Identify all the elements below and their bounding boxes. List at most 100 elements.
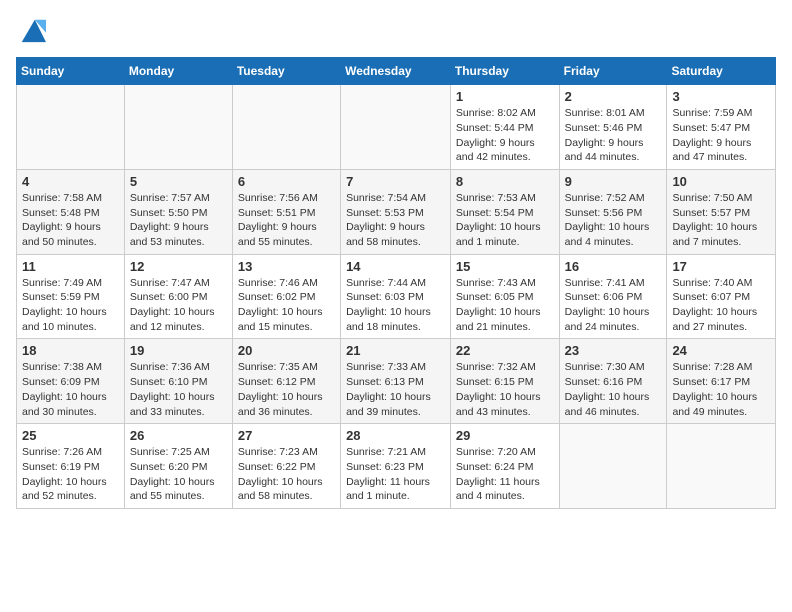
calendar-cell: 22 Sunrise: 7:32 AM Sunset: 6:15 PM Dayli… <box>450 339 559 424</box>
day-info: Sunrise: 7:54 AM Sunset: 5:53 PM Dayligh… <box>346 191 445 250</box>
day-number: 2 <box>565 89 662 104</box>
day-info: Sunrise: 7:33 AM Sunset: 6:13 PM Dayligh… <box>346 360 445 419</box>
weekday-header-thursday: Thursday <box>450 58 559 85</box>
day-info: Sunrise: 7:53 AM Sunset: 5:54 PM Dayligh… <box>456 191 554 250</box>
calendar-cell: 21 Sunrise: 7:33 AM Sunset: 6:13 PM Dayli… <box>341 339 451 424</box>
week-row-2: 4Sunrise: 7:58 AM Sunset: 5:48 PM Daylig… <box>17 169 776 254</box>
weekday-header-monday: Monday <box>124 58 232 85</box>
day-info: Sunrise: 7:36 AM Sunset: 6:10 PM Dayligh… <box>130 360 227 419</box>
day-info: Sunrise: 7:28 AM Sunset: 6:17 PM Dayligh… <box>672 360 770 419</box>
day-number: 7 <box>346 174 445 189</box>
calendar-cell: 15 Sunrise: 7:43 AM Sunset: 6:05 PM Dayli… <box>450 254 559 339</box>
calendar-cell: 13Sunrise: 7:46 AM Sunset: 6:02 PM Dayli… <box>232 254 340 339</box>
day-info: Sunrise: 7:21 AM Sunset: 6:23 PM Dayligh… <box>346 445 445 504</box>
day-number: 1 <box>456 89 554 104</box>
day-number: 5 <box>130 174 227 189</box>
day-info: Sunrise: 7:43 AM Sunset: 6:05 PM Dayligh… <box>456 276 554 335</box>
day-info: Sunrise: 7:52 AM Sunset: 5:56 PM Dayligh… <box>565 191 662 250</box>
calendar-cell: 23 Sunrise: 7:30 AM Sunset: 6:16 PM Dayli… <box>559 339 667 424</box>
calendar-cell: 14Sunrise: 7:44 AM Sunset: 6:03 PM Dayli… <box>341 254 451 339</box>
calendar-cell: 2 Sunrise: 8:01 AM Sunset: 5:46 PM Daylig… <box>559 85 667 170</box>
week-row-3: 11 Sunrise: 7:49 AM Sunset: 5:59 PM Dayli… <box>17 254 776 339</box>
day-number: 19 <box>130 343 227 358</box>
day-number: 13 <box>238 259 335 274</box>
day-info: Sunrise: 7:30 AM Sunset: 6:16 PM Dayligh… <box>565 360 662 419</box>
day-number: 21 <box>346 343 445 358</box>
calendar-cell: 11 Sunrise: 7:49 AM Sunset: 5:59 PM Dayli… <box>17 254 125 339</box>
day-number: 20 <box>238 343 335 358</box>
day-number: 18 <box>22 343 119 358</box>
day-info: Sunrise: 7:47 AM Sunset: 6:00 PM Dayligh… <box>130 276 227 335</box>
day-info: Sunrise: 7:44 AM Sunset: 6:03 PM Dayligh… <box>346 276 445 335</box>
calendar-cell: 4Sunrise: 7:58 AM Sunset: 5:48 PM Daylig… <box>17 169 125 254</box>
calendar-cell: 28 Sunrise: 7:21 AM Sunset: 6:23 PM Dayli… <box>341 424 451 509</box>
day-info: Sunrise: 7:57 AM Sunset: 5:50 PM Dayligh… <box>130 191 227 250</box>
calendar-cell <box>667 424 776 509</box>
day-number: 25 <box>22 428 119 443</box>
logo <box>16 16 46 45</box>
day-number: 10 <box>672 174 770 189</box>
weekday-header-tuesday: Tuesday <box>232 58 340 85</box>
day-number: 29 <box>456 428 554 443</box>
calendar-cell: 20 Sunrise: 7:35 AM Sunset: 6:12 PM Dayli… <box>232 339 340 424</box>
calendar-cell: 5 Sunrise: 7:57 AM Sunset: 5:50 PM Daylig… <box>124 169 232 254</box>
day-info: Sunrise: 7:50 AM Sunset: 5:57 PM Dayligh… <box>672 191 770 250</box>
day-number: 22 <box>456 343 554 358</box>
day-number: 23 <box>565 343 662 358</box>
week-row-1: 1 Sunrise: 8:02 AM Sunset: 5:44 PM Daylig… <box>17 85 776 170</box>
day-number: 8 <box>456 174 554 189</box>
calendar-cell: 12 Sunrise: 7:47 AM Sunset: 6:00 PM Dayli… <box>124 254 232 339</box>
calendar-table: SundayMondayTuesdayWednesdayThursdayFrid… <box>16 57 776 509</box>
week-row-4: 18Sunrise: 7:38 AM Sunset: 6:09 PM Dayli… <box>17 339 776 424</box>
day-number: 24 <box>672 343 770 358</box>
calendar-cell: 10 Sunrise: 7:50 AM Sunset: 5:57 PM Dayli… <box>667 169 776 254</box>
calendar-cell: 26 Sunrise: 7:25 AM Sunset: 6:20 PM Dayli… <box>124 424 232 509</box>
day-info: Sunrise: 7:20 AM Sunset: 6:24 PM Dayligh… <box>456 445 554 504</box>
day-info: Sunrise: 7:56 AM Sunset: 5:51 PM Dayligh… <box>238 191 335 250</box>
calendar-cell: 1 Sunrise: 8:02 AM Sunset: 5:44 PM Daylig… <box>450 85 559 170</box>
day-info: Sunrise: 7:35 AM Sunset: 6:12 PM Dayligh… <box>238 360 335 419</box>
day-info: Sunrise: 7:25 AM Sunset: 6:20 PM Dayligh… <box>130 445 227 504</box>
calendar-cell <box>17 85 125 170</box>
day-info: Sunrise: 7:26 AM Sunset: 6:19 PM Dayligh… <box>22 445 119 504</box>
weekday-header-saturday: Saturday <box>667 58 776 85</box>
day-number: 17 <box>672 259 770 274</box>
day-number: 12 <box>130 259 227 274</box>
day-number: 27 <box>238 428 335 443</box>
day-number: 26 <box>130 428 227 443</box>
weekday-header-wednesday: Wednesday <box>341 58 451 85</box>
calendar-cell <box>232 85 340 170</box>
day-number: 16 <box>565 259 662 274</box>
weekday-header-row: SundayMondayTuesdayWednesdayThursdayFrid… <box>17 58 776 85</box>
calendar-cell: 16 Sunrise: 7:41 AM Sunset: 6:06 PM Dayli… <box>559 254 667 339</box>
day-number: 6 <box>238 174 335 189</box>
day-info: Sunrise: 8:02 AM Sunset: 5:44 PM Dayligh… <box>456 106 554 165</box>
week-row-5: 25 Sunrise: 7:26 AM Sunset: 6:19 PM Dayli… <box>17 424 776 509</box>
calendar-cell: 8 Sunrise: 7:53 AM Sunset: 5:54 PM Daylig… <box>450 169 559 254</box>
day-info: Sunrise: 7:40 AM Sunset: 6:07 PM Dayligh… <box>672 276 770 335</box>
calendar-cell: 24 Sunrise: 7:28 AM Sunset: 6:17 PM Dayli… <box>667 339 776 424</box>
day-number: 28 <box>346 428 445 443</box>
calendar-cell: 3Sunrise: 7:59 AM Sunset: 5:47 PM Daylig… <box>667 85 776 170</box>
day-info: Sunrise: 8:01 AM Sunset: 5:46 PM Dayligh… <box>565 106 662 165</box>
day-info: Sunrise: 7:23 AM Sunset: 6:22 PM Dayligh… <box>238 445 335 504</box>
day-info: Sunrise: 7:32 AM Sunset: 6:15 PM Dayligh… <box>456 360 554 419</box>
day-number: 9 <box>565 174 662 189</box>
page-header <box>16 16 776 45</box>
logo-icon <box>18 16 46 44</box>
day-number: 11 <box>22 259 119 274</box>
day-info: Sunrise: 7:49 AM Sunset: 5:59 PM Dayligh… <box>22 276 119 335</box>
day-number: 3 <box>672 89 770 104</box>
weekday-header-sunday: Sunday <box>17 58 125 85</box>
calendar-cell <box>341 85 451 170</box>
calendar-cell: 9 Sunrise: 7:52 AM Sunset: 5:56 PM Daylig… <box>559 169 667 254</box>
calendar-cell <box>124 85 232 170</box>
weekday-header-friday: Friday <box>559 58 667 85</box>
calendar-cell: 6 Sunrise: 7:56 AM Sunset: 5:51 PM Daylig… <box>232 169 340 254</box>
calendar-cell: 29 Sunrise: 7:20 AM Sunset: 6:24 PM Dayli… <box>450 424 559 509</box>
day-info: Sunrise: 7:41 AM Sunset: 6:06 PM Dayligh… <box>565 276 662 335</box>
day-number: 4 <box>22 174 119 189</box>
day-number: 15 <box>456 259 554 274</box>
calendar-cell: 27 Sunrise: 7:23 AM Sunset: 6:22 PM Dayli… <box>232 424 340 509</box>
calendar-cell: 25 Sunrise: 7:26 AM Sunset: 6:19 PM Dayli… <box>17 424 125 509</box>
